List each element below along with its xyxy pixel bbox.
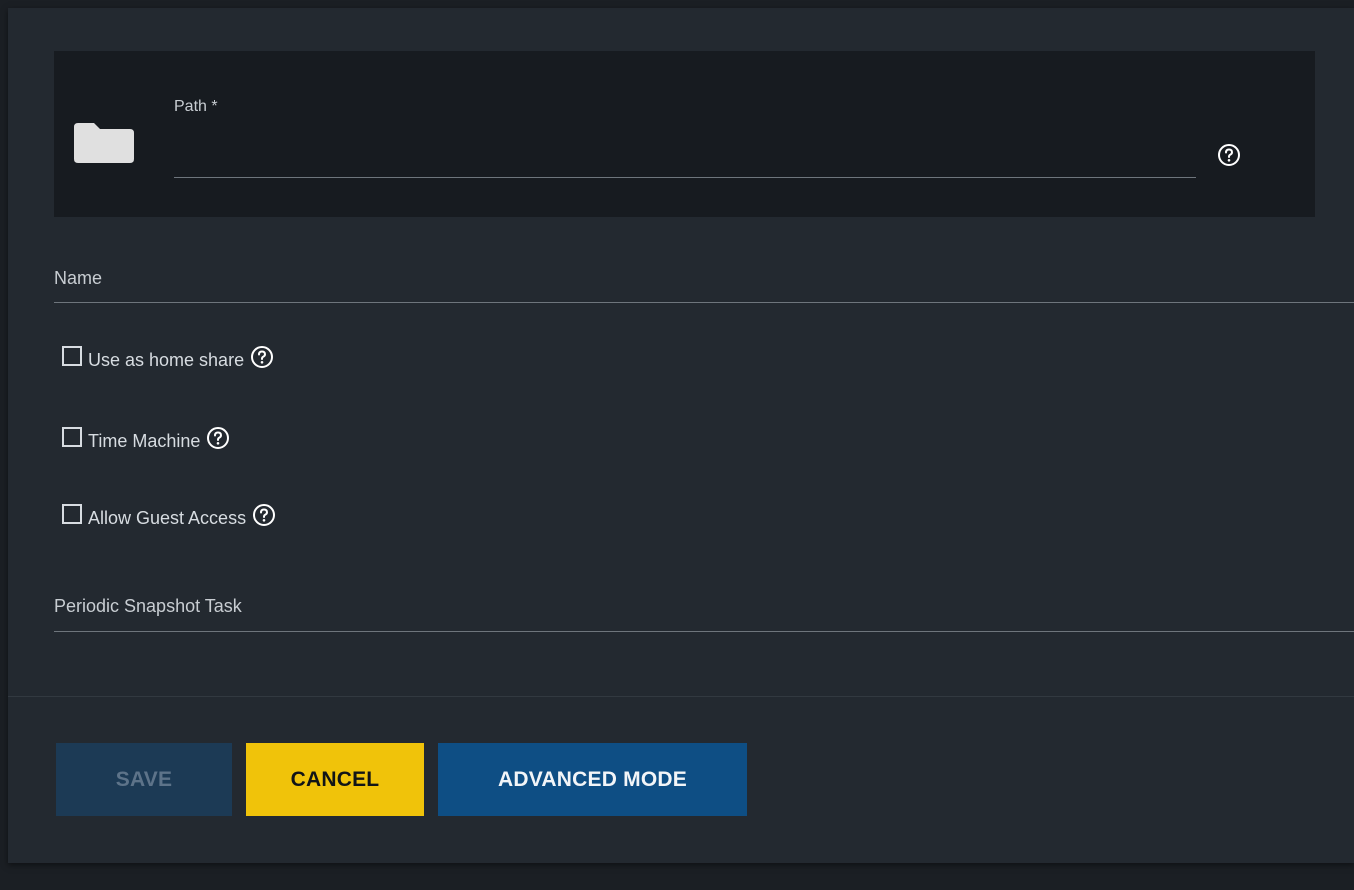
periodic-snapshot-label: Periodic Snapshot Task <box>54 596 242 616</box>
share-form-card: Path * Name Use as home share Time Machi… <box>8 8 1354 863</box>
help-icon[interactable] <box>252 503 276 527</box>
divider <box>8 696 1354 697</box>
time-machine-row: Time Machine <box>62 422 230 456</box>
time-machine-label[interactable]: Time Machine <box>88 431 200 452</box>
name-field[interactable]: Name <box>54 266 1354 303</box>
save-button[interactable]: SAVE <box>56 743 232 816</box>
guest-access-checkbox[interactable] <box>62 504 82 524</box>
home-share-checkbox[interactable] <box>62 346 82 366</box>
cancel-button[interactable]: CANCEL <box>246 743 424 816</box>
folder-icon[interactable] <box>74 123 134 163</box>
guest-access-row: Allow Guest Access <box>62 499 276 533</box>
home-share-row: Use as home share <box>62 341 274 375</box>
help-icon[interactable] <box>206 426 230 450</box>
home-share-label[interactable]: Use as home share <box>88 350 244 371</box>
advanced-mode-button[interactable]: ADVANCED MODE <box>438 743 747 816</box>
help-icon[interactable] <box>250 345 274 369</box>
help-icon[interactable] <box>1217 143 1241 167</box>
path-label: Path * <box>174 98 218 115</box>
name-input[interactable] <box>54 266 1354 300</box>
path-input[interactable] <box>174 151 1196 178</box>
periodic-snapshot-select[interactable]: Periodic Snapshot Task <box>54 594 1354 632</box>
guest-access-label[interactable]: Allow Guest Access <box>88 508 246 529</box>
time-machine-checkbox[interactable] <box>62 427 82 447</box>
path-explorer-panel: Path * <box>54 51 1315 217</box>
